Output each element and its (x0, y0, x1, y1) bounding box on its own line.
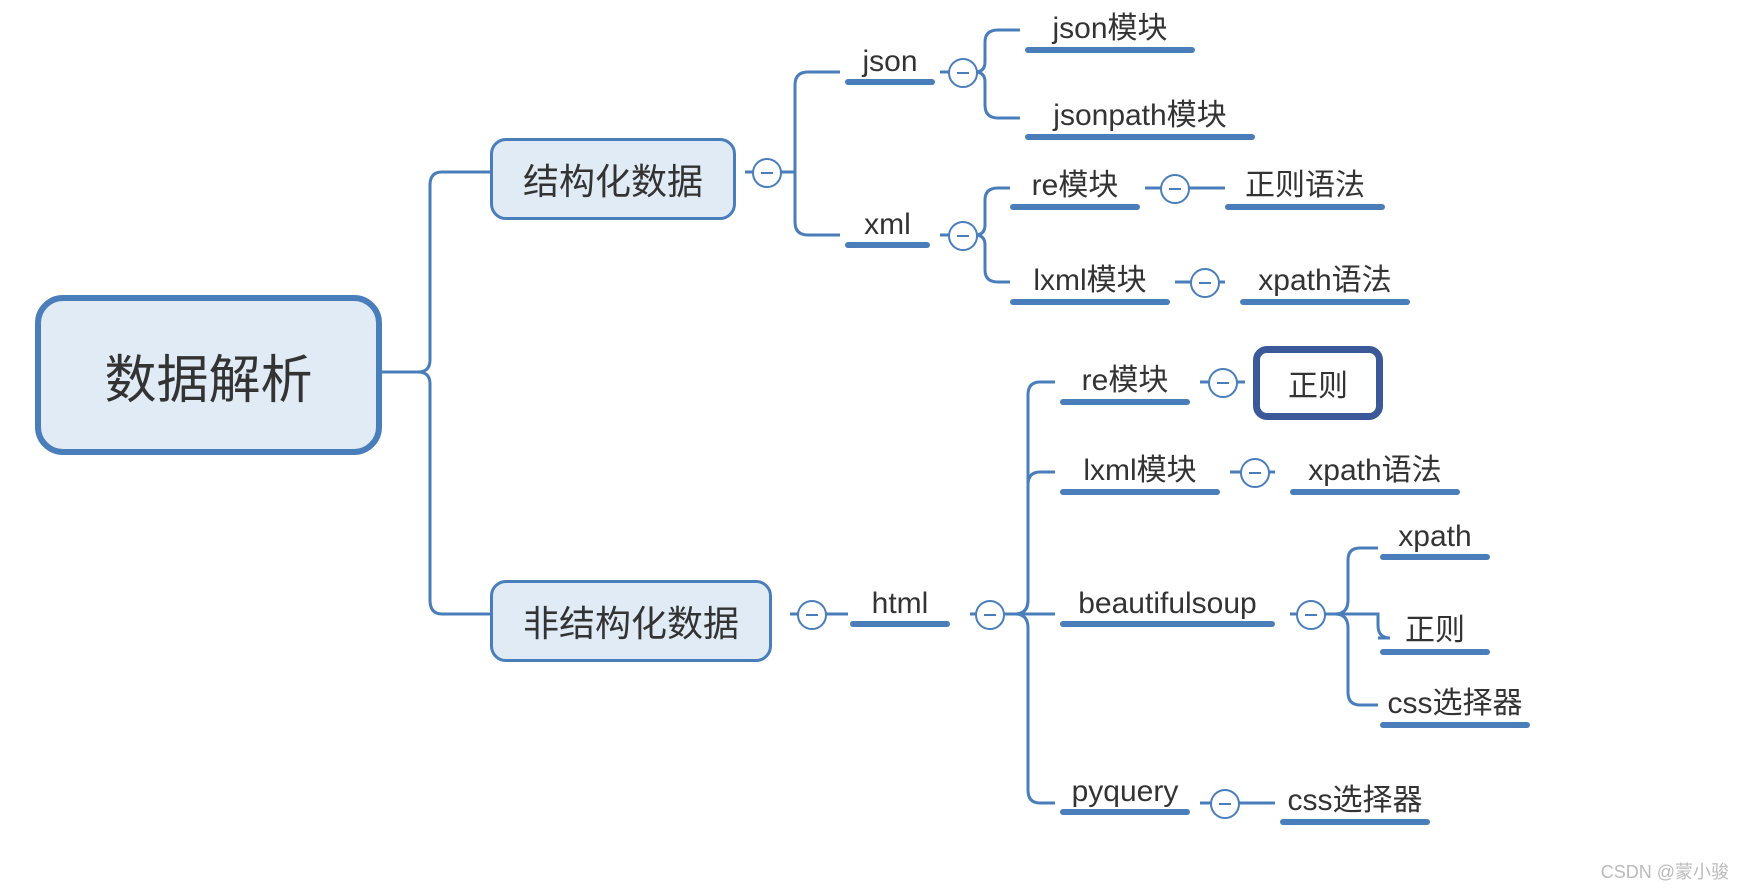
collapse-icon[interactable] (948, 58, 978, 88)
bs-css-node[interactable]: css选择器 (1380, 678, 1530, 722)
xml-node[interactable]: xml (850, 208, 925, 242)
html-re-node[interactable]: re模块 (1060, 355, 1190, 399)
html-lxml-node[interactable]: lxml模块 (1060, 445, 1220, 489)
collapse-icon[interactable] (1296, 600, 1326, 630)
pyquery-css-node[interactable]: css选择器 (1280, 775, 1430, 819)
collapse-icon[interactable] (948, 221, 978, 251)
pyquery-node[interactable]: pyquery (1060, 775, 1190, 809)
collapse-icon[interactable] (752, 158, 782, 188)
beautifulsoup-node[interactable]: beautifulsoup (1060, 587, 1275, 621)
xml-re-node[interactable]: re模块 (1010, 160, 1140, 204)
root-node[interactable]: 数据解析 (35, 295, 382, 455)
html-node[interactable]: html (855, 587, 945, 621)
collapse-icon[interactable] (1160, 174, 1190, 204)
root-label: 数据解析 (104, 338, 312, 413)
collapse-icon[interactable] (975, 600, 1005, 630)
html-xpath-syntax-node[interactable]: xpath语法 (1290, 445, 1460, 489)
bs-xpath-node[interactable]: xpath (1380, 520, 1490, 554)
collapse-icon[interactable] (1240, 458, 1270, 488)
structured-label: 结构化数据 (523, 153, 703, 205)
json-node[interactable]: json (850, 45, 930, 79)
collapse-icon[interactable] (1190, 268, 1220, 298)
jsonpath-module-node[interactable]: jsonpath模块 (1025, 90, 1255, 134)
regex-selected-node[interactable]: 正则 (1253, 346, 1383, 420)
collapse-icon[interactable] (1208, 368, 1238, 398)
collapse-icon[interactable] (1210, 789, 1240, 819)
xml-lxml-node[interactable]: lxml模块 (1010, 255, 1170, 299)
unstructured-data-node[interactable]: 非结构化数据 (490, 580, 772, 662)
regex-syntax-node[interactable]: 正则语法 (1225, 160, 1385, 204)
structured-data-node[interactable]: 结构化数据 (490, 138, 736, 220)
json-module-node[interactable]: json模块 (1025, 3, 1195, 47)
xpath-syntax-node[interactable]: xpath语法 (1240, 255, 1410, 299)
bs-regex-node[interactable]: 正则 (1380, 605, 1490, 649)
unstructured-label: 非结构化数据 (523, 595, 739, 647)
watermark-text: CSDN @蒙小骏 (1601, 858, 1729, 884)
collapse-icon[interactable] (797, 600, 827, 630)
